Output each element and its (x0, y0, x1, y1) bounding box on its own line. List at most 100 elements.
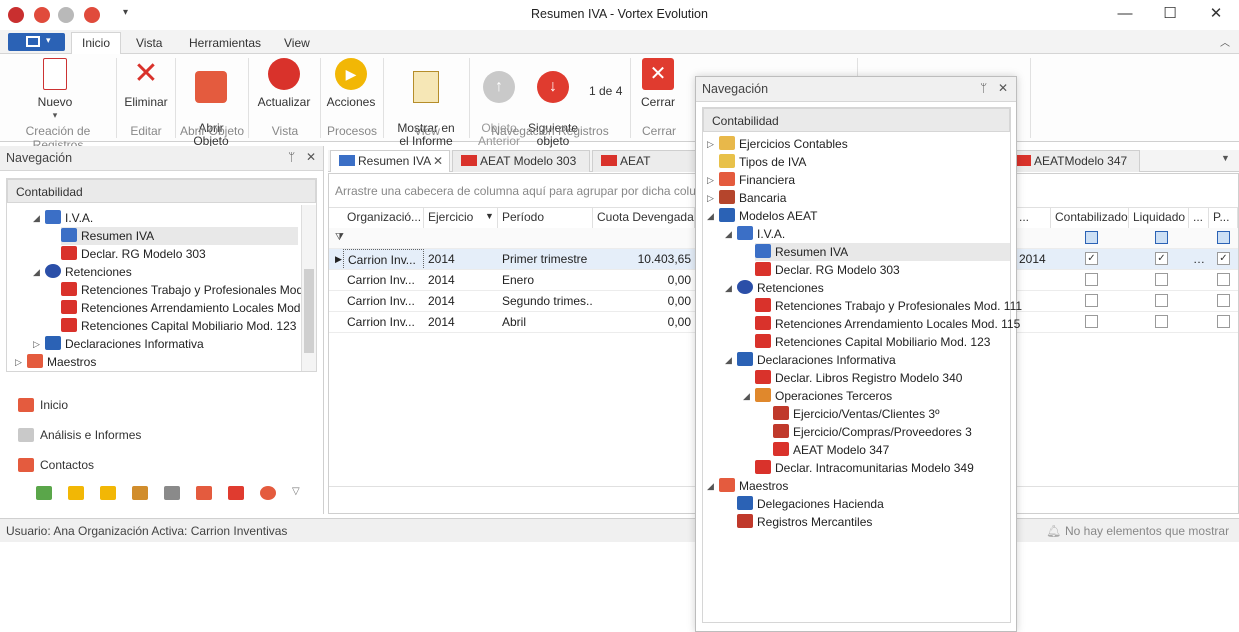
plugin-icon[interactable] (228, 486, 244, 500)
column-header-periodo[interactable]: Período (498, 208, 593, 228)
expand-arrow-icon[interactable]: ◢ (707, 477, 714, 495)
column-header-p[interactable]: P... (1209, 208, 1238, 228)
collapse-arrow-icon[interactable]: ▷ (15, 353, 22, 371)
column-header-more[interactable]: ... (1189, 208, 1209, 228)
cell-organizacion[interactable]: Carrion Inv... (343, 249, 424, 269)
tree-node-modelos-aeat[interactable]: Modelos AEAT (719, 207, 817, 225)
contabilizado-checkbox[interactable]: ✓ (1085, 252, 1098, 265)
collapse-ribbon-icon[interactable]: ︿ (1220, 34, 1230, 49)
objeto-anterior-button[interactable]: ↑ Objeto Anterior (474, 58, 524, 161)
more-modules-icon[interactable]: ▽ (292, 486, 300, 497)
tree-node-retenciones[interactable]: Retenciones (45, 263, 132, 281)
contabilizado-checkbox[interactable] (1085, 273, 1098, 286)
close-tab-icon[interactable]: ✕ (433, 151, 443, 171)
cell-organizacion[interactable]: Carrion Inv... (343, 270, 424, 290)
tree-node-declaraciones[interactable]: Declaraciones Informativa (45, 335, 204, 353)
close-window-button[interactable]: ✕ (1193, 0, 1239, 30)
tree-node-modelo-111[interactable]: Retenciones Trabajo y Profesionales Mod.… (755, 297, 1022, 315)
column-header-liquidado[interactable]: Liquidado (1129, 208, 1189, 228)
expand-arrow-icon[interactable]: ◢ (725, 225, 732, 243)
nav-link-analisis[interactable]: Análisis e Informes (18, 428, 141, 442)
tree-node-ventas-clientes[interactable]: Ejercicio/Ventas/Clientes 3º (773, 405, 939, 423)
contabilizado-checkbox[interactable] (1085, 294, 1098, 307)
expand-arrow-icon[interactable]: ◢ (743, 387, 750, 405)
printer-icon[interactable] (164, 486, 180, 500)
p-checkbox[interactable] (1217, 273, 1230, 286)
cerrar-button[interactable]: ✕ Cerrar (636, 58, 680, 109)
mostrar-informe-button[interactable]: Mostrar en el Informe (390, 58, 462, 161)
tree-node-delegaciones[interactable]: Delegaciones Hacienda (737, 495, 884, 513)
filter-contabilizado-checkbox[interactable] (1085, 231, 1098, 244)
tree-node-maestros[interactable]: Maestros (719, 477, 788, 495)
bell-icon[interactable]: 🔔︎ (1046, 524, 1061, 538)
collapse-arrow-icon[interactable]: ▷ (33, 335, 40, 353)
tree-node-modelo-115[interactable]: Retenciones Arrendamiento Locales Mod...… (61, 299, 314, 317)
close-icon[interactable]: ✕ (306, 150, 316, 164)
module-icon-8[interactable] (260, 486, 276, 500)
cell-cuota[interactable]: 10.403,65 (593, 249, 695, 269)
cell-cuota[interactable]: 0,00 (593, 312, 695, 332)
collapse-arrow-icon[interactable]: ▷ (707, 171, 714, 189)
cell-periodo[interactable]: Segundo trimes... (498, 291, 593, 311)
contabilizado-checkbox[interactable] (1085, 315, 1098, 328)
module-icon-2[interactable] (68, 486, 84, 500)
tree-node-modelo-303[interactable]: Declar. RG Modelo 303 (61, 245, 206, 263)
tree-node-iva[interactable]: I.V.A. (45, 209, 93, 227)
column-header-organizacion[interactable]: Organizació... (343, 208, 424, 228)
tab-vista[interactable]: Vista (126, 34, 172, 54)
p-checkbox[interactable] (1217, 315, 1230, 328)
p-checkbox[interactable] (1217, 294, 1230, 307)
minimize-button[interactable]: — (1102, 0, 1148, 30)
cell-periodo[interactable]: Abril (498, 312, 593, 332)
collapse-arrow-icon[interactable]: ▷ (707, 189, 714, 207)
module-icon-1[interactable] (36, 486, 52, 500)
p-checkbox[interactable]: ✓ (1217, 252, 1230, 265)
nuevo-button[interactable]: Nuevo ▾ (22, 58, 88, 122)
liquidado-checkbox[interactable] (1155, 315, 1168, 328)
tree-node-resumen-iva[interactable]: Resumen IVA (61, 227, 298, 245)
filter-p-checkbox[interactable] (1217, 231, 1230, 244)
tab-inicio[interactable]: Inicio (71, 32, 122, 55)
maximize-button[interactable]: ☐ (1147, 0, 1193, 30)
tree-node-modelo-303[interactable]: Declar. RG Modelo 303 (755, 261, 900, 279)
tree-node-modelo-115[interactable]: Retenciones Arrendamiento Locales Mod. 1… (755, 315, 1020, 333)
tree-node-maestros[interactable]: Maestros (27, 353, 96, 371)
tree-node-ejercicios[interactable]: Ejercicios Contables (719, 135, 848, 153)
tree-node-modelo-340[interactable]: Declar. Libros Registro Modelo 340 (755, 369, 962, 387)
cell-cuota[interactable]: 0,00 (593, 270, 695, 290)
pin-icon[interactable]: ᛘ (980, 81, 987, 95)
tree-node-modelo-349[interactable]: Declar. Intracomunitarias Modelo 349 (755, 459, 974, 477)
eliminar-button[interactable]: ✕ Eliminar (122, 58, 170, 109)
cell-periodo[interactable]: Primer trimestre (498, 249, 593, 269)
tree-node-iva[interactable]: I.V.A. (737, 225, 785, 243)
column-header-hidden[interactable]: ... (1015, 208, 1051, 228)
nav-link-inicio[interactable]: Inicio (18, 398, 68, 412)
cell-ejercicio-right[interactable]: 2014 (1015, 249, 1051, 269)
tab-herramientas[interactable]: Herramientas (179, 34, 271, 54)
doc-tab-modelo-340[interactable]: AEAT Modelo 34 (592, 150, 696, 172)
pin-icon[interactable]: ᛘ (288, 150, 295, 164)
expand-arrow-icon[interactable]: ◢ (707, 207, 714, 225)
doc-tab-modelo-303[interactable]: AEAT Modelo 303 (452, 150, 590, 172)
expand-arrow-icon[interactable]: ◢ (33, 209, 40, 227)
tree-node-compras-proveedores[interactable]: Ejercicio/Compras/Proveedores 3 (773, 423, 972, 441)
section-header-contabilidad[interactable]: Contabilidad (7, 179, 316, 203)
cell-ejercicio[interactable]: 2014 (424, 270, 498, 290)
expand-arrow-icon[interactable]: ◢ (725, 279, 732, 297)
tab-view[interactable]: View (274, 34, 320, 54)
tree-node-resumen-iva[interactable]: Resumen IVA (755, 243, 1010, 261)
column-header-contabilizado[interactable]: Contabilizado (1051, 208, 1129, 228)
doc-tab-modelo-347[interactable]: AEATModelo 347 (1008, 150, 1140, 172)
tree-node-modelo-123[interactable]: Retenciones Capital Mobiliario Mod. 123 (755, 333, 990, 351)
tree-node-retenciones[interactable]: Retenciones (737, 279, 824, 297)
filter-liquidado-checkbox[interactable] (1155, 231, 1168, 244)
actualizar-button[interactable]: Actualizar (254, 58, 314, 109)
collapse-arrow-icon[interactable]: ▷ (707, 135, 714, 153)
tree-node-tipos-iva[interactable]: Tipos de IVA (719, 153, 806, 171)
cell-ejercicio[interactable]: 2014 (424, 312, 498, 332)
tree-node-modelo-347[interactable]: AEAT Modelo 347 (773, 441, 889, 459)
module-icon-3[interactable] (100, 486, 116, 500)
siguiente-objeto-button[interactable]: ↓ Siguiente objeto (527, 58, 579, 161)
tabs-dropdown-icon[interactable]: ▼ (1221, 153, 1230, 163)
tree-node-modelo-123[interactable]: Retenciones Capital Mobiliario Mod. 123 (61, 317, 296, 335)
